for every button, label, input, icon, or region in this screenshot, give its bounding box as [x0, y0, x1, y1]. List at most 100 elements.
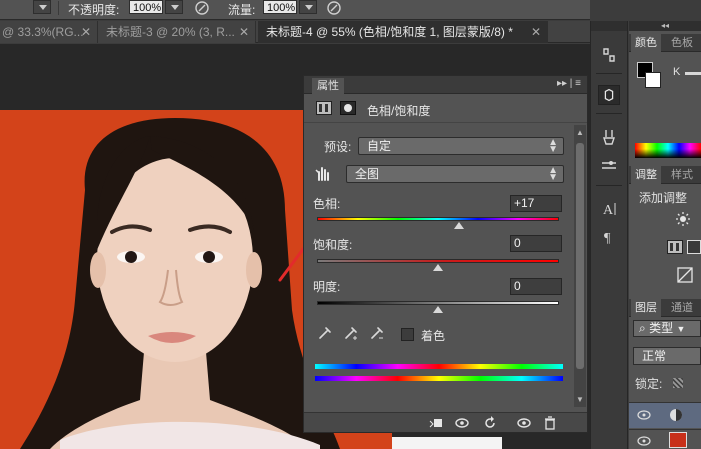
- hue-slider-thumb[interactable]: [454, 222, 465, 229]
- scroll-down-icon[interactable]: ▼: [576, 395, 584, 404]
- svg-text:¶: ¶: [604, 231, 611, 246]
- lock-label: 锁定:: [635, 377, 663, 391]
- tab-color[interactable]: 颜色: [631, 34, 661, 52]
- clip-to-layer-icon[interactable]: [428, 415, 444, 431]
- select-arrows-icon: ▲ ▼: [548, 137, 558, 155]
- character-icon[interactable]: A: [598, 199, 620, 219]
- eyedropper-plus-icon[interactable]: [343, 325, 359, 341]
- properties-panel-title[interactable]: 属性: [312, 78, 344, 94]
- layer-filter-select[interactable]: ⌕ 类型 ▼: [633, 320, 701, 337]
- search-icon: ⌕: [639, 321, 646, 335]
- lightness-slider-thumb[interactable]: [433, 306, 443, 313]
- properties-footer: [304, 412, 587, 432]
- close-tab-icon[interactable]: ✕: [81, 21, 91, 43]
- brush-mode-dropdown[interactable]: [33, 0, 51, 14]
- layer-filter-kind: 类型: [649, 321, 674, 335]
- blend-mode-select[interactable]: 正常: [633, 347, 701, 365]
- paragraph-icon[interactable]: ¶: [598, 227, 620, 247]
- close-tab-icon[interactable]: ✕: [239, 21, 249, 43]
- collapse-panels-icon[interactable]: ◂◂: [629, 21, 701, 31]
- tab-swatches[interactable]: 色板: [667, 34, 697, 52]
- eyedropper-minus-icon[interactable]: [369, 325, 385, 341]
- visibility-eye-icon[interactable]: [516, 415, 532, 431]
- hue-slider[interactable]: [317, 217, 559, 221]
- lightness-input[interactable]: 0: [510, 278, 562, 295]
- targeted-adjustment-hand-icon[interactable]: [314, 164, 332, 182]
- saturation-slider-thumb[interactable]: [433, 264, 443, 271]
- eyedropper-icon[interactable]: [317, 325, 333, 341]
- tab-channels[interactable]: 通道: [667, 299, 697, 317]
- hue-saturation-icon: [316, 101, 332, 115]
- brush-presets-icon[interactable]: [598, 155, 620, 175]
- exposure-icon[interactable]: [677, 267, 693, 283]
- color-panel-tabs: 颜色 色板: [629, 34, 701, 52]
- tab-layers[interactable]: 图层: [631, 299, 661, 317]
- flow-dropdown[interactable]: [299, 0, 317, 14]
- strip-collapse-bar[interactable]: [591, 21, 627, 31]
- doc-tab-active[interactable]: 未标题-4 @ 55% (色相/饱和度 1, 图层蒙版/8) * ✕: [258, 21, 548, 43]
- pressure-opacity-icon[interactable]: [194, 0, 210, 16]
- saturation-slider[interactable]: [317, 259, 559, 263]
- colorize-label: 着色: [421, 329, 446, 343]
- add-adjustment-label: 添加调整: [639, 191, 688, 205]
- flow-label: 流量:: [228, 3, 256, 17]
- options-separator: [58, 1, 59, 15]
- opacity-input[interactable]: 100%: [129, 0, 163, 14]
- adjustment-header: 色相/饱和度: [304, 95, 587, 123]
- airbrush-icon[interactable]: [326, 0, 342, 16]
- lock-transparent-icon[interactable]: [673, 378, 683, 388]
- adjustment-name: 色相/饱和度: [367, 104, 431, 118]
- view-previous-state-icon[interactable]: [454, 415, 470, 431]
- options-bar: 不透明度: 100% 流量: 100%: [0, 0, 590, 20]
- colorize-checkbox[interactable]: [401, 328, 414, 341]
- doc-tab-label: 未标题-3 @ 20% (3, R...: [106, 25, 235, 39]
- blend-mode-value: 正常: [642, 349, 667, 363]
- layer-row-image[interactable]: [629, 429, 701, 449]
- doc-tab-2[interactable]: 未标题-3 @ 20% (3, R... ✕: [98, 21, 256, 43]
- color-spectrum-ramp[interactable]: [635, 143, 701, 158]
- visibility-eye-icon[interactable]: [637, 409, 651, 421]
- panel-menu-icon[interactable]: ▸▸ | ≡: [557, 78, 581, 89]
- visibility-eye-icon[interactable]: [637, 435, 651, 447]
- svg-text:A: A: [603, 203, 614, 218]
- lightness-slider[interactable]: [317, 301, 559, 305]
- scroll-up-icon[interactable]: ▲: [576, 128, 584, 137]
- brightness-contrast-icon[interactable]: [675, 211, 691, 227]
- properties-panel: 属性 ▸▸ | ≡ 色相/饱和度 预设: 自定 ▲ ▼ 全图 ▲ ▼ 色相: +17: [303, 75, 588, 433]
- opacity-dropdown[interactable]: [165, 0, 183, 14]
- hue-label: 色相:: [313, 197, 341, 211]
- document-tab-bar: @ 33.3%(RG... ✕ 未标题-3 @ 20% (3, R... ✕ 未…: [0, 21, 590, 43]
- preset-value: 自定: [367, 139, 392, 153]
- layer-thumbnail: [669, 432, 687, 448]
- layer-row-adjustment[interactable]: [629, 402, 701, 428]
- background-color-swatch[interactable]: [645, 72, 661, 88]
- delete-adjustment-icon[interactable]: [542, 415, 558, 431]
- adjustments-panel-tabs: 调整 样式: [629, 166, 701, 184]
- channel-value: 全图: [355, 167, 380, 181]
- reset-icon[interactable]: [482, 415, 498, 431]
- properties-panel-header: 属性 ▸▸ | ≡: [304, 76, 587, 94]
- properties-scrollbar[interactable]: ▲ ▼: [574, 125, 586, 407]
- levels-icon[interactable]: [687, 240, 701, 254]
- flow-input[interactable]: 100%: [263, 0, 297, 14]
- layer-mask-icon[interactable]: [340, 101, 356, 115]
- k-slider-track[interactable]: [685, 72, 701, 75]
- input-color-bar: [315, 364, 563, 369]
- panel-icon-strip: A ¶: [590, 21, 628, 449]
- saturation-input[interactable]: 0: [510, 235, 562, 252]
- preset-select[interactable]: 自定 ▲ ▼: [358, 137, 564, 155]
- close-tab-icon[interactable]: ✕: [531, 21, 541, 43]
- brush-icon[interactable]: [598, 127, 620, 147]
- tab-adjustments[interactable]: 调整: [631, 166, 661, 184]
- history-icon[interactable]: [598, 45, 620, 65]
- properties-body: 预设: 自定 ▲ ▼ 全图 ▲ ▼ 色相: +17 饱和度: 0 明度: 0 着…: [304, 125, 574, 410]
- scrollbar-thumb[interactable]: [576, 143, 584, 369]
- tab-styles[interactable]: 样式: [667, 166, 697, 184]
- doc-tab-1[interactable]: @ 33.3%(RG... ✕: [0, 21, 98, 43]
- channel-select[interactable]: 全图 ▲ ▼: [346, 165, 564, 183]
- hue-input[interactable]: +17: [510, 195, 562, 212]
- properties-icon[interactable]: [598, 85, 620, 105]
- output-color-bar: [315, 376, 563, 381]
- preset-label: 预设:: [324, 140, 352, 154]
- hue-saturation-adjust-icon[interactable]: [667, 240, 683, 254]
